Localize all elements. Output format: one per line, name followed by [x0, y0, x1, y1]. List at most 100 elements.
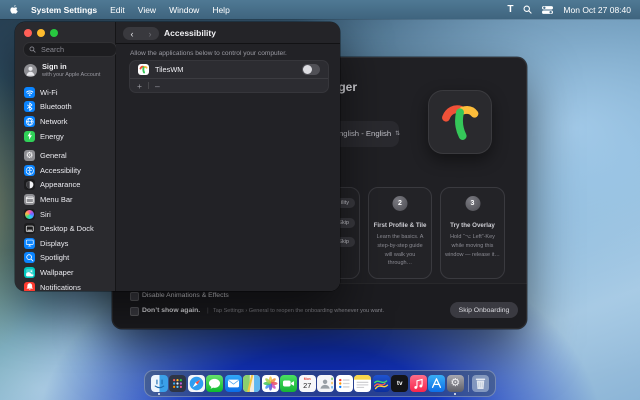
dock-item-maps[interactable] — [243, 371, 262, 396]
running-indicator — [454, 393, 456, 395]
maps-icon — [243, 375, 260, 392]
allowed-apps-list: TilesWM + – — [129, 60, 329, 93]
language-select-value[interactable]: nglish - English ⇅ — [339, 129, 400, 138]
dock-item-contacts[interactable] — [317, 371, 336, 396]
sidebar-item-label: Notifications — [40, 283, 81, 291]
dock-item-notes[interactable] — [354, 371, 373, 396]
search-input[interactable] — [39, 44, 103, 55]
tileswm-toggle[interactable] — [302, 64, 320, 75]
dock-item-music[interactable] — [409, 371, 428, 396]
sign-in-title: Sign in — [42, 63, 104, 72]
close-button[interactable] — [24, 29, 32, 37]
dock-item-freeform[interactable] — [372, 371, 391, 396]
menu-bar: System Settings Edit View Window Help T … — [0, 0, 640, 19]
apple-menu[interactable] — [9, 4, 18, 15]
dock-item-mail[interactable] — [224, 371, 243, 396]
sidebar-item-label: Energy — [40, 132, 64, 141]
sidebar-item-appearance[interactable]: Appearance — [19, 178, 112, 193]
sign-in-row[interactable]: Sign in with your Apple Account — [24, 63, 104, 78]
apple-logo-icon — [9, 4, 18, 15]
onboarding-card-3: 3 Try the Overlay Hold “⌥ Left”-Key whil… — [440, 187, 505, 279]
contacts-icon — [317, 375, 334, 392]
appearance-icon — [24, 179, 35, 190]
app-row-tileswm[interactable]: TilesWM — [130, 61, 328, 78]
dock-item-app-store[interactable] — [428, 371, 447, 396]
dont-show-again-checkbox[interactable] — [130, 307, 139, 316]
menu-bar-clock[interactable]: Mon Oct 27 08:40 — [563, 5, 631, 15]
card3-title: Try the Overlay — [441, 222, 504, 229]
sidebar-item-bluetooth[interactable]: Bluetooth — [19, 100, 112, 115]
settings-sidebar: Sign in with your Apple Account Wi-FiBlu… — [15, 22, 116, 291]
calendar-day: 27 — [303, 382, 311, 389]
dock-item-facetime[interactable] — [280, 371, 299, 396]
disable-animations-label: Disable Animations & Effects — [142, 292, 229, 299]
menu-view[interactable]: View — [138, 5, 156, 15]
sidebar-item-network[interactable]: Network — [19, 114, 112, 129]
card2-title: First Profile & Tile — [369, 222, 431, 229]
tileswm-status-item[interactable]: T — [507, 4, 513, 15]
menu-edit[interactable]: Edit — [110, 5, 125, 15]
sidebar-item-notifications[interactable]: Notifications — [19, 280, 112, 291]
sidebar-item-wi-fi[interactable]: Wi-Fi — [19, 85, 112, 100]
sidebar-item-spotlight[interactable]: Spotlight — [19, 251, 112, 266]
sidebar-item-menu-bar[interactable]: Menu Bar — [19, 192, 112, 207]
spotlight-search-icon[interactable] — [523, 5, 532, 14]
sidebar-item-accessibility[interactable]: Accessibility — [19, 163, 112, 178]
dock-icon — [24, 223, 35, 234]
back-button[interactable]: ‹ — [131, 29, 134, 39]
sidebar-item-general[interactable]: ⚙General — [19, 148, 112, 163]
safari-icon — [188, 375, 205, 392]
sidebar-item-label: Desktop & Dock — [40, 224, 94, 233]
card2-step-badge: 2 — [393, 196, 408, 211]
bluetooth-icon — [24, 101, 35, 112]
menu-window[interactable]: Window — [169, 5, 199, 15]
dock-item-settings[interactable]: ⚙ — [446, 371, 465, 396]
dock-item-safari[interactable] — [187, 371, 206, 396]
skip-onboarding-button[interactable]: Skip Onboarding — [450, 302, 518, 318]
card3-step-badge: 3 — [465, 196, 480, 211]
dock-item-photos[interactable] — [261, 371, 280, 396]
messages-icon — [206, 375, 223, 392]
sidebar-item-wallpaper[interactable]: Wallpaper — [19, 265, 112, 280]
zoom-button[interactable] — [50, 29, 58, 37]
dock-item-calendar[interactable]: Mon27 — [298, 371, 317, 396]
sidebar-item-label: Wallpaper — [40, 268, 74, 277]
dock-item-finder[interactable] — [150, 371, 169, 396]
dock-item-trash[interactable] — [472, 371, 491, 396]
sidebar-item-label: Displays — [40, 239, 68, 248]
sidebar-item-energy[interactable]: Energy — [19, 129, 112, 144]
settings-content: ‹ › Accessibility Allow the applications… — [116, 22, 340, 291]
add-app-button[interactable]: + — [137, 81, 142, 91]
remove-app-button[interactable]: – — [155, 81, 160, 91]
control-center-icon[interactable] — [542, 6, 553, 14]
card3-description: Hold “⌥ Left”-Key while moving this wind… — [445, 233, 500, 259]
disable-animations-checkbox[interactable] — [130, 292, 139, 301]
dock-item-tv[interactable]: tv — [391, 371, 410, 396]
footer-separator: | — [207, 307, 209, 314]
calendar-icon: Mon27 — [299, 375, 316, 392]
gear-icon: ⚙ — [24, 150, 35, 161]
history-nav: ‹ › — [123, 27, 159, 40]
spotlight-icon — [24, 252, 35, 263]
forward-button[interactable]: › — [149, 29, 152, 39]
tv-icon: tv — [391, 375, 408, 392]
tv-label: tv — [397, 380, 403, 387]
freeform-icon — [373, 375, 390, 392]
menu-app-name[interactable]: System Settings — [31, 5, 97, 15]
reminders-icon — [336, 375, 353, 392]
sidebar-search[interactable] — [23, 42, 117, 57]
sidebar-item-displays[interactable]: Displays — [19, 236, 112, 251]
app-store-icon — [428, 375, 445, 392]
dock-item-launchpad[interactable] — [169, 371, 188, 396]
dock-item-messages[interactable] — [206, 371, 225, 396]
sidebar-item-desktop-dock[interactable]: Desktop & Dock — [19, 221, 112, 236]
app-name: TilesWM — [155, 65, 183, 74]
photos-icon — [262, 375, 279, 392]
sidebar-item-label: Appearance — [40, 180, 80, 189]
menu-help[interactable]: Help — [212, 5, 229, 15]
card2-description: Learn the basics. A step-by-step guide w… — [373, 233, 427, 268]
siri-icon — [24, 209, 35, 220]
sidebar-item-siri[interactable]: Siri — [19, 207, 112, 222]
dock-item-reminders[interactable] — [335, 371, 354, 396]
minimize-button[interactable] — [37, 29, 45, 37]
